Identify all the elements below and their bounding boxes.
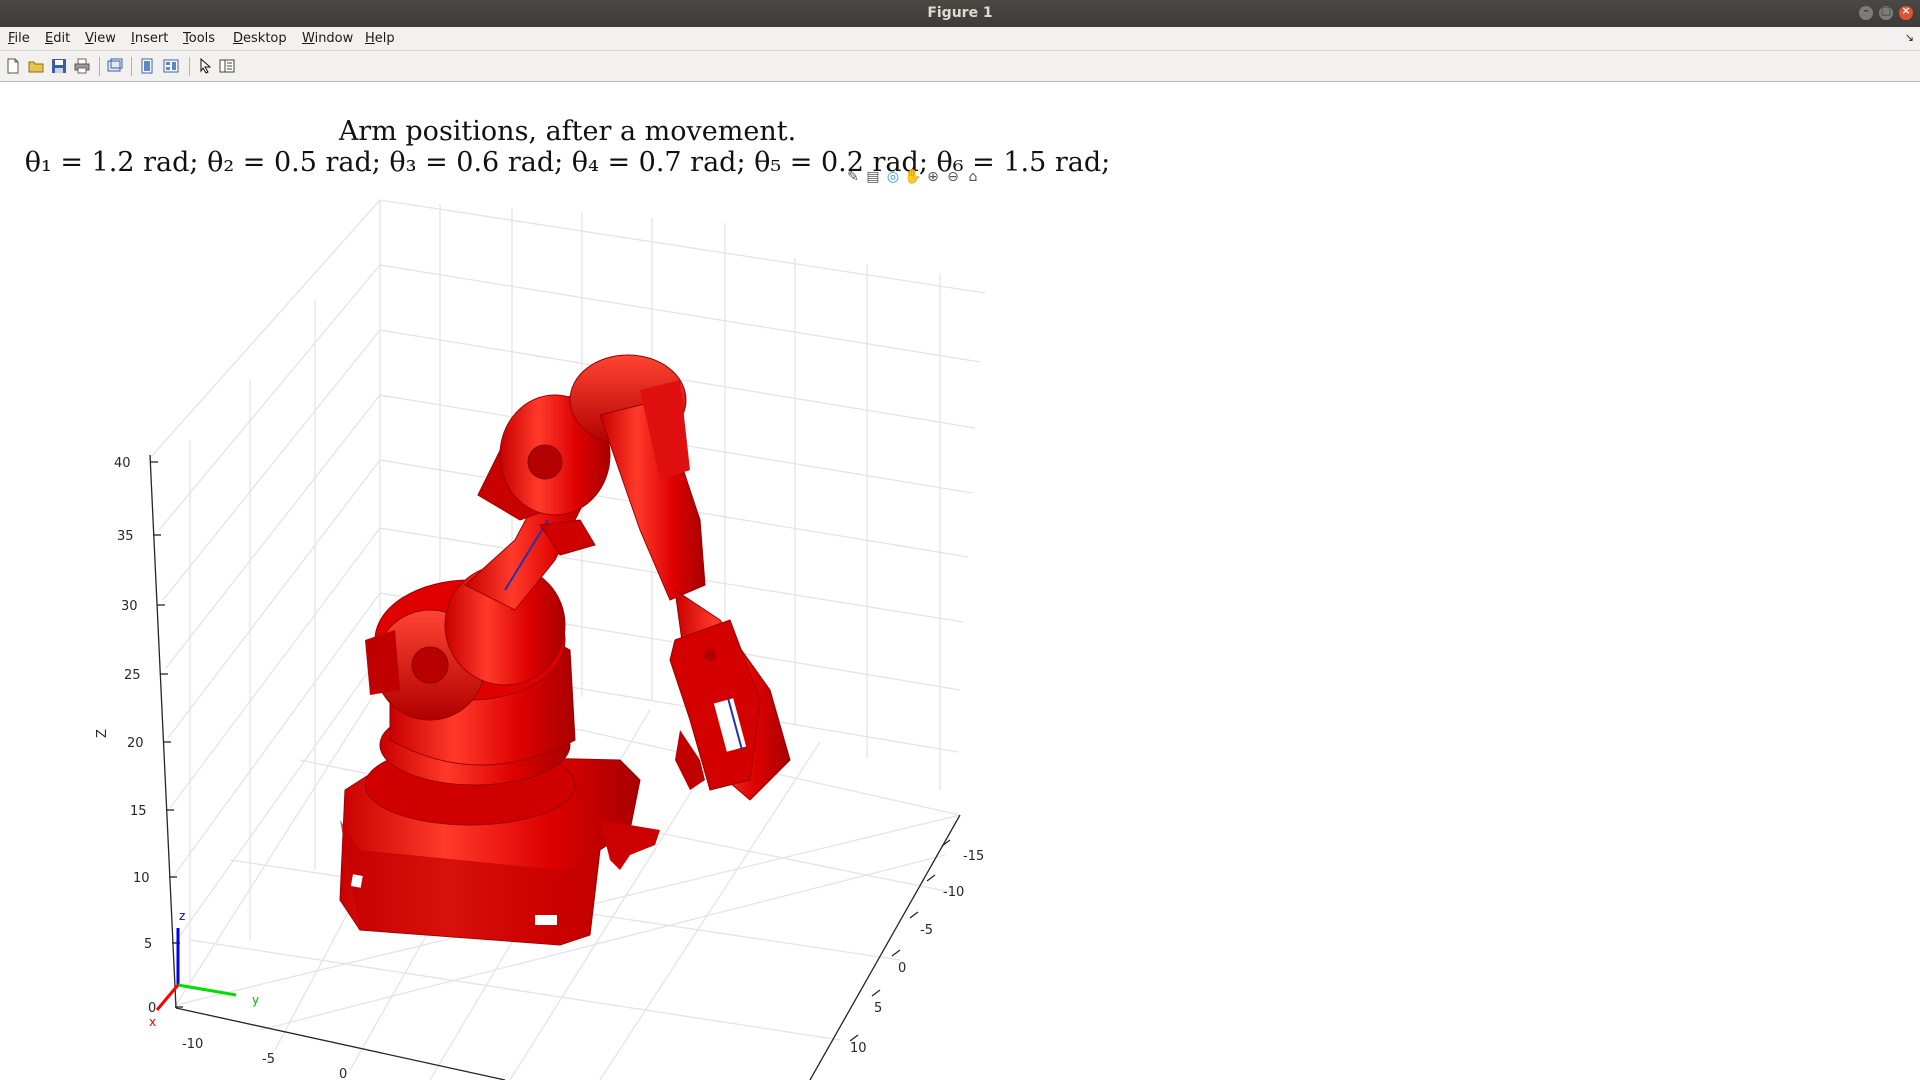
origin-frame: z y x (149, 909, 259, 1029)
y-tick-label: -10 (943, 885, 964, 900)
z-tick-label: 10 (133, 871, 150, 886)
z-tick-label: 5 (144, 937, 152, 952)
z-tick-label: 25 (124, 668, 141, 683)
x-tick-label: -10 (182, 1037, 203, 1052)
x-frame-label: x (149, 1015, 156, 1029)
z-tick-label: 20 (127, 736, 144, 751)
z-tick-label: 15 (130, 804, 147, 819)
grid-lines (149, 199, 986, 1080)
y-tick-label: -5 (920, 923, 933, 938)
z-frame-label: z (179, 909, 185, 923)
y-frame-label: y (252, 993, 259, 1007)
z-tick-label: 35 (117, 529, 134, 544)
x-frame-axis (155, 984, 180, 1011)
y-tick-label: 5 (874, 1001, 882, 1016)
y-tick-label: 10 (850, 1041, 867, 1056)
z-tick-label: 30 (121, 599, 138, 614)
axes-3d[interactable]: 40 35 30 25 20 15 10 5 0 Z -10 -5 0 -15 … (0, 0, 1920, 1080)
z-tick-label: 40 (114, 456, 131, 471)
y-tick-label: -15 (963, 849, 984, 864)
z-tick-label: 0 (148, 1001, 156, 1016)
y-frame-axis (177, 983, 237, 997)
x-tick-label: 0 (339, 1067, 347, 1080)
robot-arm-model (339, 354, 791, 946)
y-tick-label: 0 (898, 961, 906, 976)
z-axis-label: Z (95, 729, 110, 738)
x-tick-label: -5 (262, 1052, 275, 1067)
